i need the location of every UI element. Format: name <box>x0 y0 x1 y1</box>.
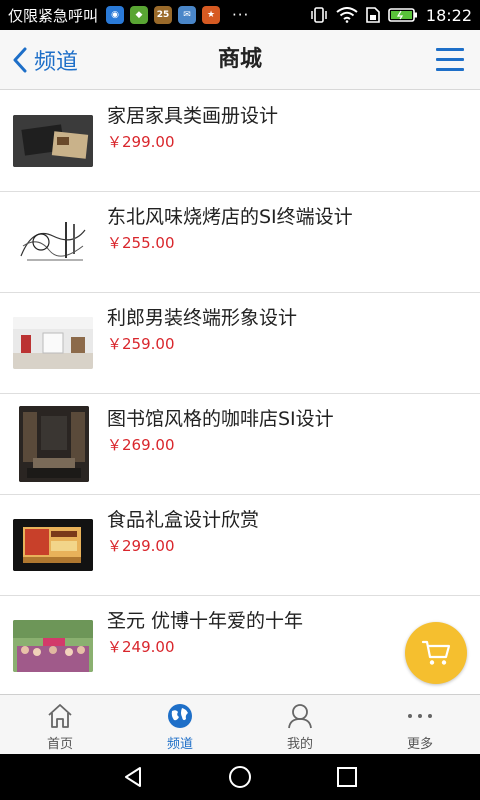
product-title: 利郎男装终端形象设计 <box>107 307 298 329</box>
product-item[interactable]: 东北风味烧烤店的SI终端设计 ￥255.00 <box>0 192 480 293</box>
mail-icon: ✉ <box>178 6 197 24</box>
nav-back-button[interactable] <box>113 757 153 797</box>
home-icon <box>48 704 72 728</box>
product-title: 家居家具类画册设计 <box>107 105 279 127</box>
nav-home-button[interactable] <box>220 757 260 797</box>
tab-label: 我的 <box>286 737 313 752</box>
system-nav-bar <box>0 754 480 800</box>
app-header: 商城 频道 <box>0 30 480 90</box>
user-icon <box>288 704 312 729</box>
product-item[interactable]: 食品礼盒设计欣赏 ￥299.00 <box>0 495 480 596</box>
chevron-left-icon <box>13 47 27 73</box>
product-title: 圣元 优博十年爱的十年 <box>107 610 304 632</box>
app-icon: ◆ <box>130 6 149 24</box>
back-button[interactable]: 频道 <box>12 42 78 78</box>
tab-home[interactable]: 首页 <box>0 695 120 754</box>
calendar-icon: 25 <box>154 6 173 24</box>
menu-button[interactable] <box>436 48 466 72</box>
product-price: ￥249.00 <box>107 638 175 656</box>
globe-icon <box>168 704 192 728</box>
more-icon <box>408 714 432 718</box>
product-price: ￥299.00 <box>107 537 175 555</box>
product-price: ￥259.00 <box>107 335 175 353</box>
clock: 18:22 <box>425 5 472 25</box>
product-item[interactable]: 利郎男装终端形象设计 ￥259.00 <box>0 293 480 394</box>
product-price: ￥299.00 <box>107 133 175 151</box>
product-thumbnail <box>13 115 93 167</box>
product-thumbnail <box>13 519 93 571</box>
back-label: 频道 <box>34 50 79 75</box>
notification-icons: ◉ ◆ 25 ✉ ★ ··· <box>106 6 249 24</box>
square-recents-icon <box>336 767 357 787</box>
game-icon: ★ <box>202 6 221 24</box>
product-title: 食品礼盒设计欣赏 <box>107 509 260 531</box>
product-price: ￥255.00 <box>107 234 175 252</box>
tab-more[interactable]: 更多 <box>360 695 480 754</box>
product-title: 东北风味烧烤店的SI终端设计 <box>107 206 353 228</box>
cart-button[interactable] <box>405 622 467 684</box>
product-price: ￥269.00 <box>107 436 175 454</box>
product-list: 家居家具类画册设计 ￥299.00 东北风味烧烤店的SI终端设计 ￥255.00… <box>0 91 480 694</box>
product-item[interactable]: 家居家具类画册设计 ￥299.00 <box>0 91 480 192</box>
tab-label: 更多 <box>406 737 433 752</box>
overflow-indicator: ··· <box>232 6 250 24</box>
product-title: 图书馆风格的咖啡店SI设计 <box>107 408 334 430</box>
tab-channel[interactable]: 频道 <box>120 695 240 754</box>
circle-home-icon <box>228 766 251 788</box>
product-thumbnail <box>13 317 93 369</box>
tab-mine[interactable]: 我的 <box>240 695 360 754</box>
shopping-cart-icon <box>421 640 451 665</box>
wifi-icon <box>336 7 358 23</box>
product-item[interactable]: 图书馆风格的咖啡店SI设计 ￥269.00 <box>0 394 480 495</box>
qq-icon: ◉ <box>106 6 125 24</box>
tab-label: 首页 <box>46 737 73 752</box>
nav-recents-button[interactable] <box>327 757 367 797</box>
product-thumbnail <box>13 620 93 672</box>
triangle-back-icon <box>125 767 142 787</box>
vibrate-icon <box>311 7 327 23</box>
product-thumbnail <box>13 216 93 268</box>
product-thumbnail <box>19 406 89 482</box>
bottom-tab-bar: 首页 频道 我的 更多 <box>0 694 480 754</box>
sim-icon <box>366 7 380 23</box>
battery-icon <box>388 8 417 22</box>
hamburger-icon <box>436 48 464 51</box>
status-bar: 仅限紧急呼叫 ◉ ◆ 25 ✉ ★ ··· 18:22 <box>0 0 480 30</box>
tab-label: 频道 <box>166 737 193 752</box>
carrier-text: 仅限紧急呼叫 <box>8 6 99 25</box>
